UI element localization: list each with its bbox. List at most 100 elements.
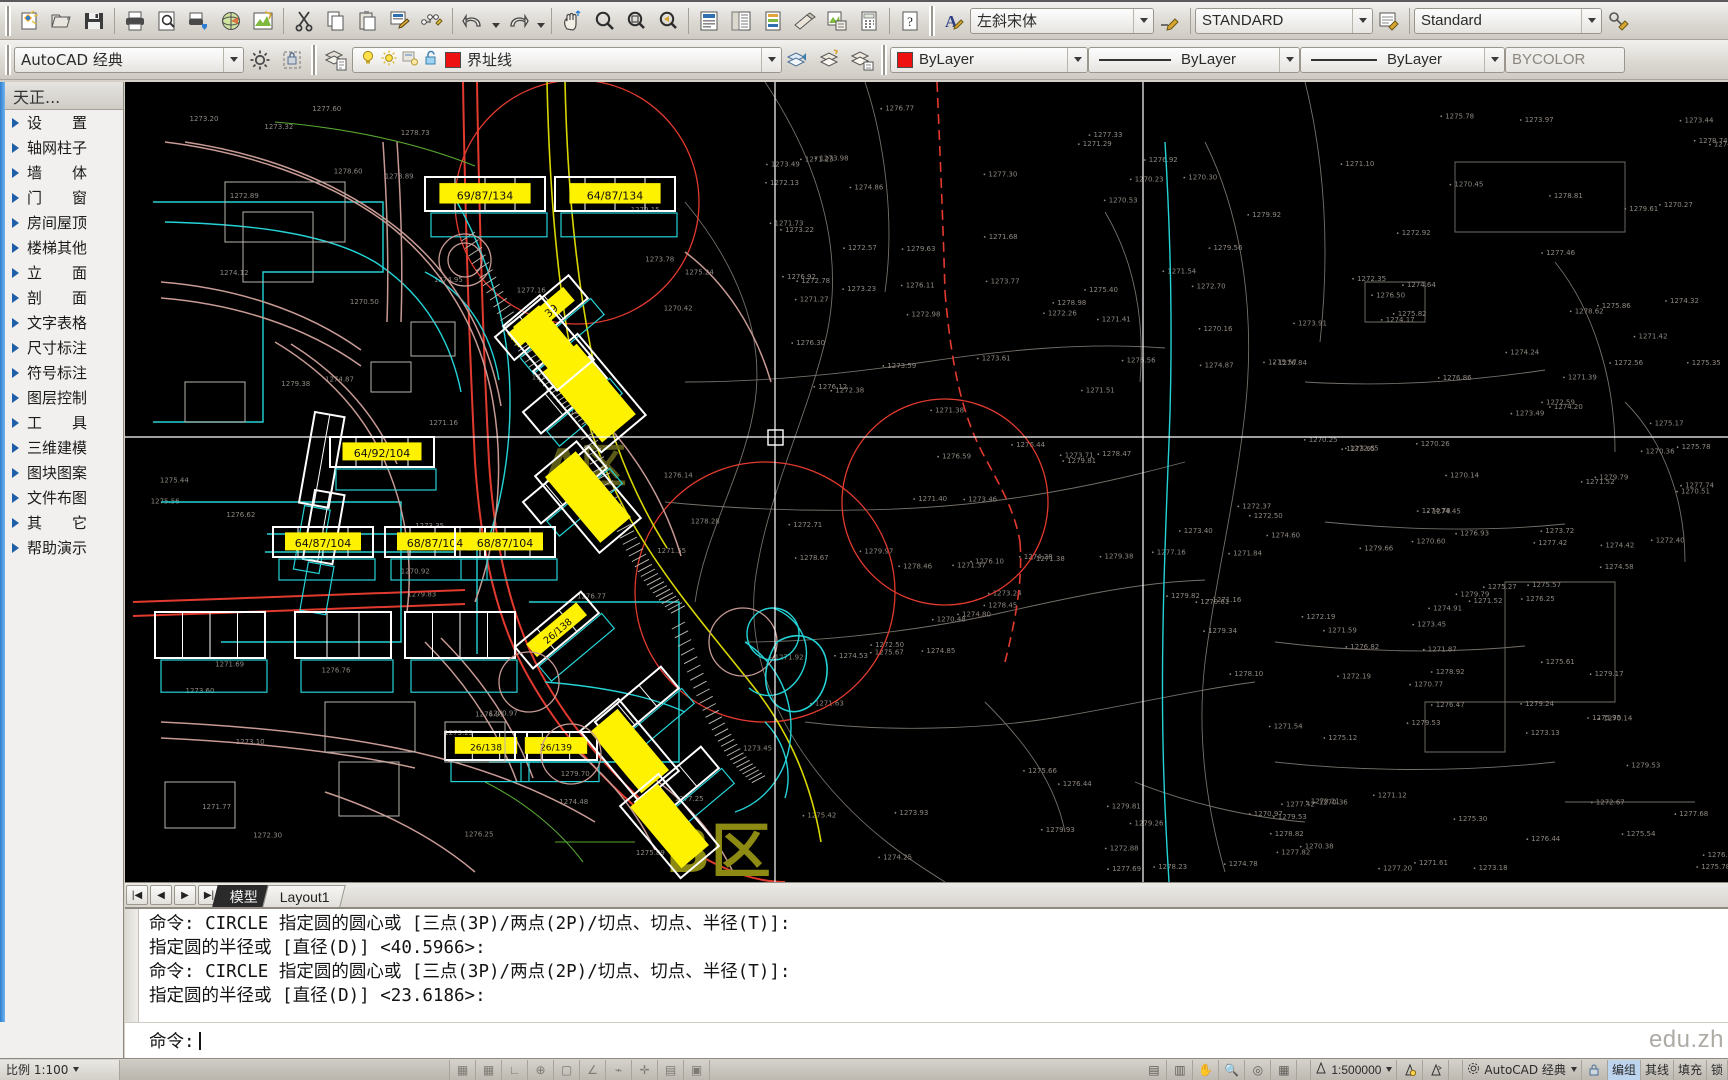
matchprop-icon[interactable] [384, 5, 416, 37]
steeringwheel-icon[interactable]: ◎ [1245, 1059, 1272, 1080]
grid-toggle[interactable]: ▦ [476, 1059, 502, 1080]
quickview-layouts-icon[interactable]: ▤ [1141, 1059, 1168, 1080]
chevron-down-icon[interactable] [1279, 47, 1299, 72]
markup-icon[interactable] [789, 5, 821, 37]
layer-properties-manager-icon[interactable] [320, 44, 352, 76]
chevron-down-icon[interactable] [1484, 47, 1504, 72]
sidebar-item-door-window[interactable]: 门 窗 [5, 185, 123, 210]
3dorbit-icon[interactable] [215, 5, 247, 37]
showmotion-icon[interactable]: ▦ [1271, 1059, 1298, 1080]
workspace-combo[interactable]: AutoCAD 经典 [14, 46, 244, 73]
designcenter-icon[interactable] [725, 5, 757, 37]
status-panel-button[interactable]: 编组 [1607, 1059, 1641, 1080]
chevron-down-icon[interactable] [1352, 8, 1372, 33]
sidebar-item-other[interactable]: 其 它 [5, 510, 123, 535]
status-panel-button[interactable]: 填充 [1674, 1059, 1707, 1080]
annotation-scale-control[interactable]: 1:500000 [1311, 1059, 1398, 1080]
unlock-icon[interactable] [422, 49, 440, 71]
drawing-canvas[interactable]: 1274.78 1278.98 1277.82 1271.12 1274.24 1279.… [125, 82, 1728, 882]
sidebar-item-tools[interactable]: 工 具 [5, 410, 123, 435]
redo-dropdown-button[interactable] [534, 5, 547, 37]
sidebar-item-section[interactable]: 剖 面 [5, 285, 123, 310]
zoom-window-icon[interactable] [620, 5, 652, 37]
sidebar-item-axis-grid-columns[interactable]: 轴网柱子 [5, 135, 123, 160]
chevron-down-icon[interactable] [1581, 8, 1601, 33]
quickview-drawings-icon[interactable]: ▥ [1167, 1059, 1194, 1080]
help-icon[interactable]: ? [894, 5, 926, 37]
layers-toolbar-grip[interactable] [311, 44, 317, 75]
annotation-autoscale-icon[interactable] [1423, 1059, 1450, 1080]
plot-icon[interactable] [119, 5, 151, 37]
snap-toggle[interactable]: ▦ [450, 1059, 476, 1080]
chevron-down-icon[interactable] [1067, 47, 1087, 72]
ducs-toggle[interactable]: ⌁ [606, 1059, 632, 1080]
sidebar-item-room-roof[interactable]: 房间屋顶 [5, 210, 123, 235]
status-scale[interactable]: 比例 1:100 [0, 1059, 120, 1080]
sidebar-item-elevation[interactable]: 立 面 [5, 260, 123, 285]
annotation-visibility-icon[interactable] [1397, 1059, 1424, 1080]
blockeditor-icon[interactable] [416, 5, 448, 37]
workspace-toolbar-grip[interactable] [5, 44, 11, 75]
toolbar-grip[interactable] [5, 5, 11, 36]
open-drawing-icon[interactable] [46, 5, 78, 37]
dim-style-manage-icon[interactable] [1373, 5, 1405, 37]
layer-match-icon[interactable] [846, 44, 878, 76]
new-drawing-icon[interactable] [14, 5, 46, 37]
polar-toggle[interactable]: ⊕ [528, 1059, 554, 1080]
dimension-style-combo[interactable]: STANDARD [1195, 7, 1373, 34]
publish-icon[interactable] [183, 5, 215, 37]
osnap-toggle[interactable]: ▢ [554, 1059, 580, 1080]
sidebar-item-layer-control[interactable]: 图层控制 [5, 385, 123, 410]
sidebar-item-text-table[interactable]: 文字表格 [5, 310, 123, 335]
zoom-previous-icon[interactable] [652, 5, 684, 37]
properties-toolbar-grip[interactable] [881, 44, 887, 75]
chevron-down-icon[interactable] [761, 47, 781, 72]
sidebar-item-stairs-other[interactable]: 楼梯其他 [5, 235, 123, 260]
dyn-toggle[interactable]: ✛ [632, 1059, 658, 1080]
next-tab-button[interactable]: ▶ [174, 885, 196, 905]
text-style-manage-icon[interactable] [1154, 5, 1186, 37]
color-control-combo[interactable]: ByLayer [890, 46, 1088, 73]
sidebar-item-settings[interactable]: 设 置 [5, 110, 123, 135]
extref-icon[interactable] [821, 5, 853, 37]
sidebar-item-help-demo[interactable]: 帮助演示 [5, 535, 123, 560]
command-input-row[interactable]: 命令: [125, 1022, 1728, 1058]
sun-icon[interactable] [380, 49, 398, 71]
undo-dropdown-button[interactable] [489, 5, 502, 37]
save-icon[interactable] [78, 5, 110, 37]
command-window[interactable]: 命令: CIRCLE 指定圆的圆心或 [三点(3P)/两点(2P)/切点、切点、… [125, 908, 1728, 1022]
plot-preview-icon[interactable] [151, 5, 183, 37]
linetype-control-combo[interactable]: ByLayer [1088, 46, 1300, 73]
layer-state-icon[interactable] [814, 44, 846, 76]
zoom-realtime-icon[interactable] [588, 5, 620, 37]
paste-icon[interactable] [352, 5, 384, 37]
status-panel-button[interactable]: 其线 [1641, 1059, 1674, 1080]
command-window-grip[interactable] [125, 909, 139, 1022]
lineweight-control-combo[interactable]: ByLayer [1300, 46, 1505, 73]
workspace-switch[interactable]: AutoCAD 经典 [1463, 1059, 1582, 1080]
gear-icon[interactable] [244, 44, 276, 76]
layer-control-combo[interactable]: 界址线 [352, 46, 782, 73]
sidebar-item-block-pattern[interactable]: 图块图案 [5, 460, 123, 485]
calculator-icon[interactable] [853, 5, 885, 37]
toolbar-lock-icon[interactable] [1582, 1059, 1608, 1080]
model-toggle[interactable]: ▣ [684, 1059, 710, 1080]
tab-scroll-area[interactable] [343, 883, 1728, 907]
first-tab-button[interactable]: |◀ [126, 885, 148, 905]
text-style-icon[interactable]: A [938, 5, 970, 37]
sidebar-item-dimension[interactable]: 尺寸标注 [5, 335, 123, 360]
sidebar-item-3d-modeling[interactable]: 三维建模 [5, 435, 123, 460]
sidebar-item-file-layout[interactable]: 文件布图 [5, 485, 123, 510]
ortho-toggle[interactable]: ∟ [502, 1059, 528, 1080]
cut-icon[interactable] [288, 5, 320, 37]
properties-icon[interactable] [693, 5, 725, 37]
workspace-lock-icon[interactable] [276, 44, 308, 76]
toolpalettes-icon[interactable] [757, 5, 789, 37]
sidebar-item-symbol-annotation[interactable]: 符号标注 [5, 360, 123, 385]
lineweight-toggle[interactable]: ▤ [658, 1059, 684, 1080]
chevron-down-icon[interactable] [223, 47, 243, 72]
lightbulb-on-icon[interactable] [359, 49, 377, 71]
model-space-svg[interactable]: 1274.781278.981277.821271.121274.241279.… [125, 82, 1728, 882]
sidebar-item-wall[interactable]: 墙 体 [5, 160, 123, 185]
copy-icon[interactable] [320, 5, 352, 37]
